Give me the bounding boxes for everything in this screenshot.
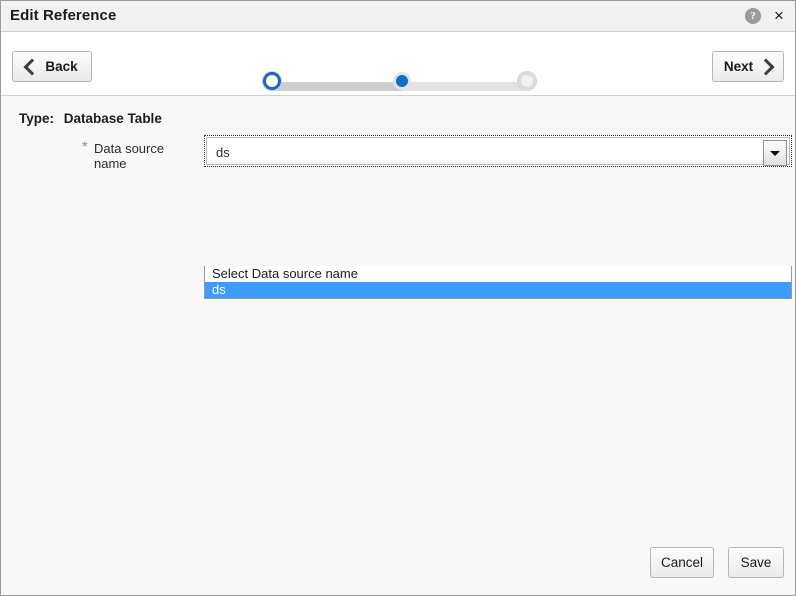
edit-reference-dialog: Edit Reference ? × Back Source Details T… [0, 0, 796, 596]
stepper-dot-shape [518, 72, 536, 90]
wizard-toolbar: Back Source Details Type Properties Shap… [1, 32, 795, 111]
window-title: Edit Reference [10, 7, 117, 24]
close-icon[interactable]: × [771, 7, 787, 24]
select-dropdown-button[interactable] [763, 140, 787, 166]
cancel-button-label: Cancel [660, 555, 704, 570]
back-button-label: Back [45, 59, 78, 74]
dialog-footer: Cancel Save [1, 533, 795, 595]
next-button-label: Next [723, 59, 754, 74]
data-source-name-label: Data source name [94, 141, 165, 171]
type-label: Type: [19, 111, 55, 126]
next-button[interactable]: Next [712, 51, 784, 82]
titlebar-controls: ? × [745, 7, 787, 24]
chevron-left-icon [23, 58, 41, 75]
stepper-dot-source-details [263, 72, 281, 90]
select-box[interactable]: ds [206, 137, 790, 166]
select-selected-value: ds [216, 145, 230, 160]
type-value: Database Table [63, 111, 162, 126]
content-area: Type: Database Table * Data source name … [1, 97, 795, 595]
back-button[interactable]: Back [12, 51, 92, 82]
list-item[interactable]: Select Data source name [205, 266, 791, 282]
select-dropdown-list[interactable]: Select Data source name ds [204, 266, 792, 299]
cancel-button[interactable]: Cancel [650, 547, 714, 578]
list-item[interactable]: ds [205, 282, 791, 298]
help-icon[interactable]: ? [745, 8, 761, 24]
stepper-dot-type-properties [393, 72, 411, 90]
required-marker: * [82, 138, 88, 154]
type-line: Type: Database Table [19, 111, 162, 126]
data-source-name-select[interactable]: ds [204, 135, 792, 167]
title-bar: Edit Reference ? × [1, 1, 795, 32]
save-button[interactable]: Save [728, 547, 784, 578]
chevron-right-icon [757, 58, 775, 75]
save-button-label: Save [740, 555, 772, 570]
chevron-down-icon [770, 151, 780, 156]
